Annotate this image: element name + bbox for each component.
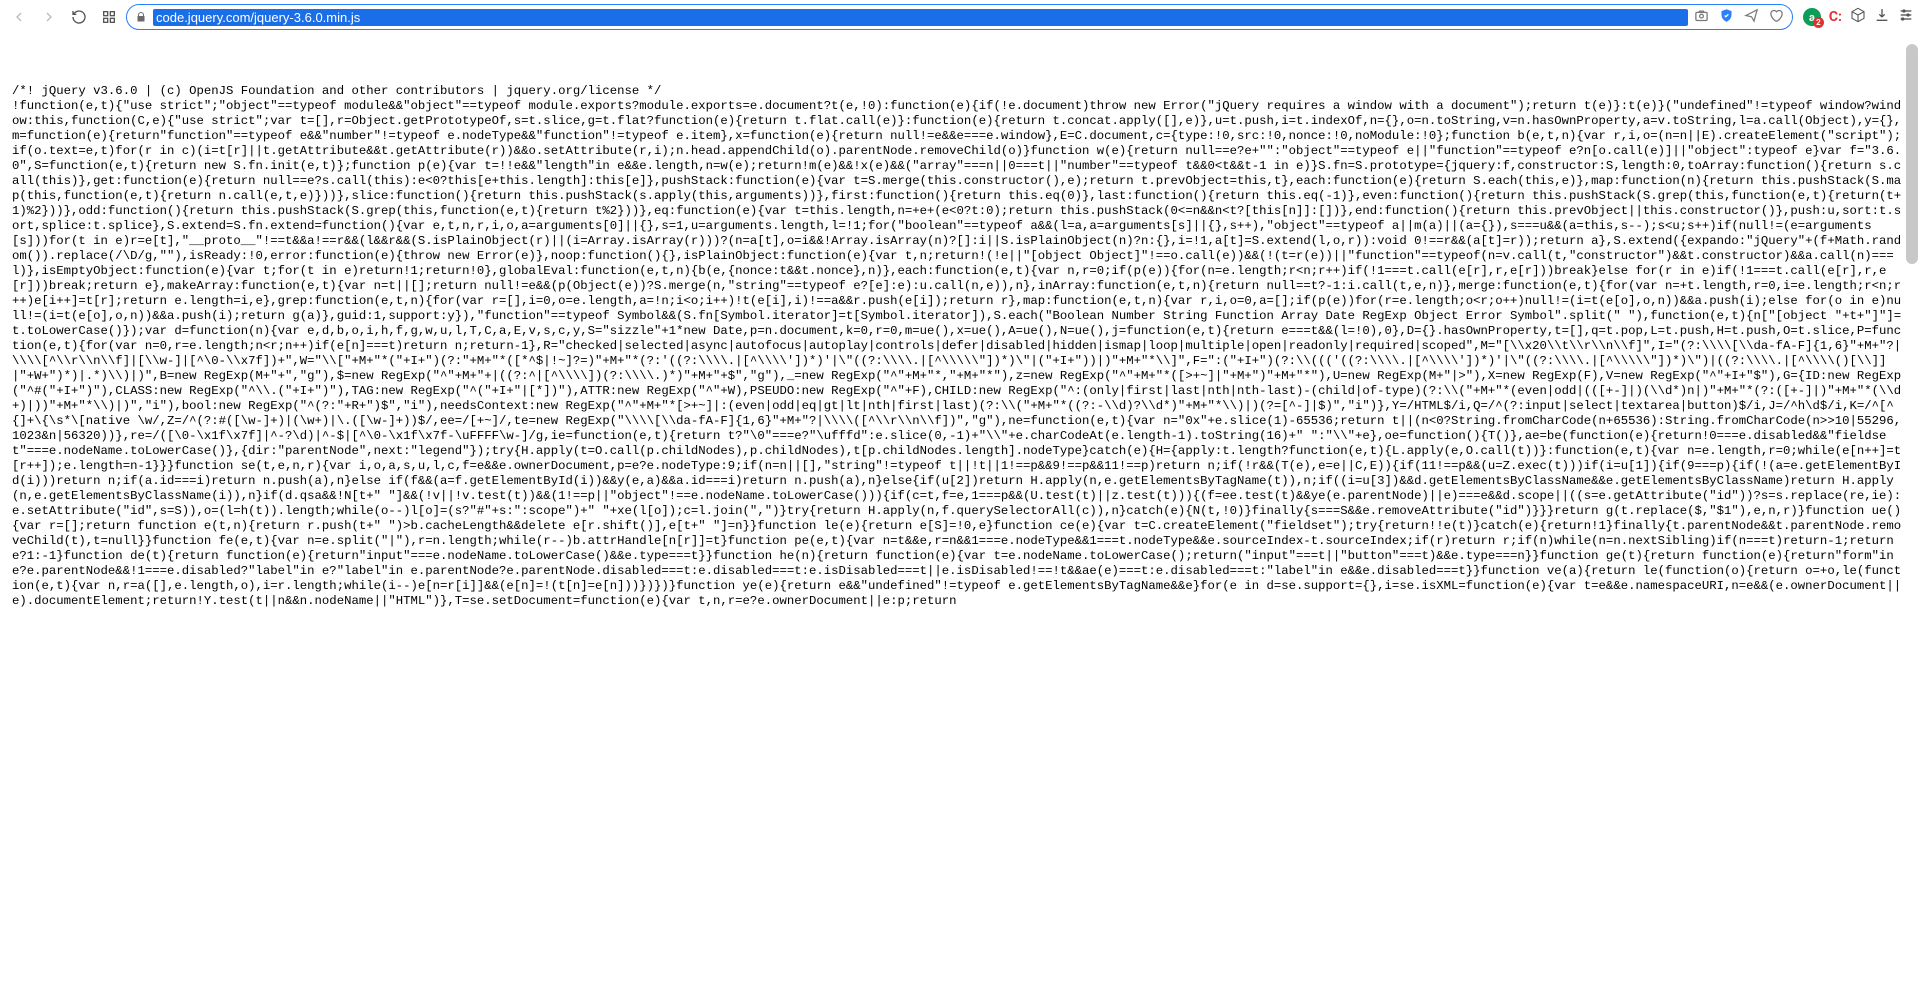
download-icon[interactable]: [1874, 7, 1890, 27]
browser-toolbar: code.jquery.com/jquery-3.6.0.min.js a 2 …: [0, 0, 1920, 34]
extension-c-label: C:: [1829, 9, 1842, 25]
heart-icon[interactable]: [1769, 8, 1784, 27]
address-bar[interactable]: code.jquery.com/jquery-3.6.0.min.js: [126, 4, 1793, 30]
shield-check-icon[interactable]: [1719, 8, 1734, 27]
source-viewport[interactable]: /*! jQuery v3.6.0 | (c) OpenJS Foundatio…: [0, 34, 1920, 986]
extension-a-icon[interactable]: a 2: [1803, 8, 1821, 26]
send-icon[interactable]: [1744, 8, 1759, 27]
settings-menu-icon[interactable]: [1898, 7, 1914, 27]
forward-button[interactable]: [36, 4, 62, 30]
back-button[interactable]: [6, 4, 32, 30]
toolbar-right-cluster: a 2 C:: [1797, 7, 1914, 27]
lock-icon: [135, 11, 147, 23]
camera-icon[interactable]: [1694, 8, 1709, 27]
extension-a-badge: 2: [1813, 17, 1824, 28]
reload-button[interactable]: [66, 4, 92, 30]
url-text[interactable]: code.jquery.com/jquery-3.6.0.min.js: [153, 9, 1688, 26]
source-text[interactable]: /*! jQuery v3.6.0 | (c) OpenJS Foundatio…: [12, 84, 1908, 609]
extension-cube-icon[interactable]: [1850, 7, 1866, 27]
apps-button[interactable]: [96, 4, 122, 30]
scrollbar-thumb[interactable]: [1906, 44, 1918, 264]
extension-c-icon[interactable]: C:: [1829, 9, 1842, 25]
